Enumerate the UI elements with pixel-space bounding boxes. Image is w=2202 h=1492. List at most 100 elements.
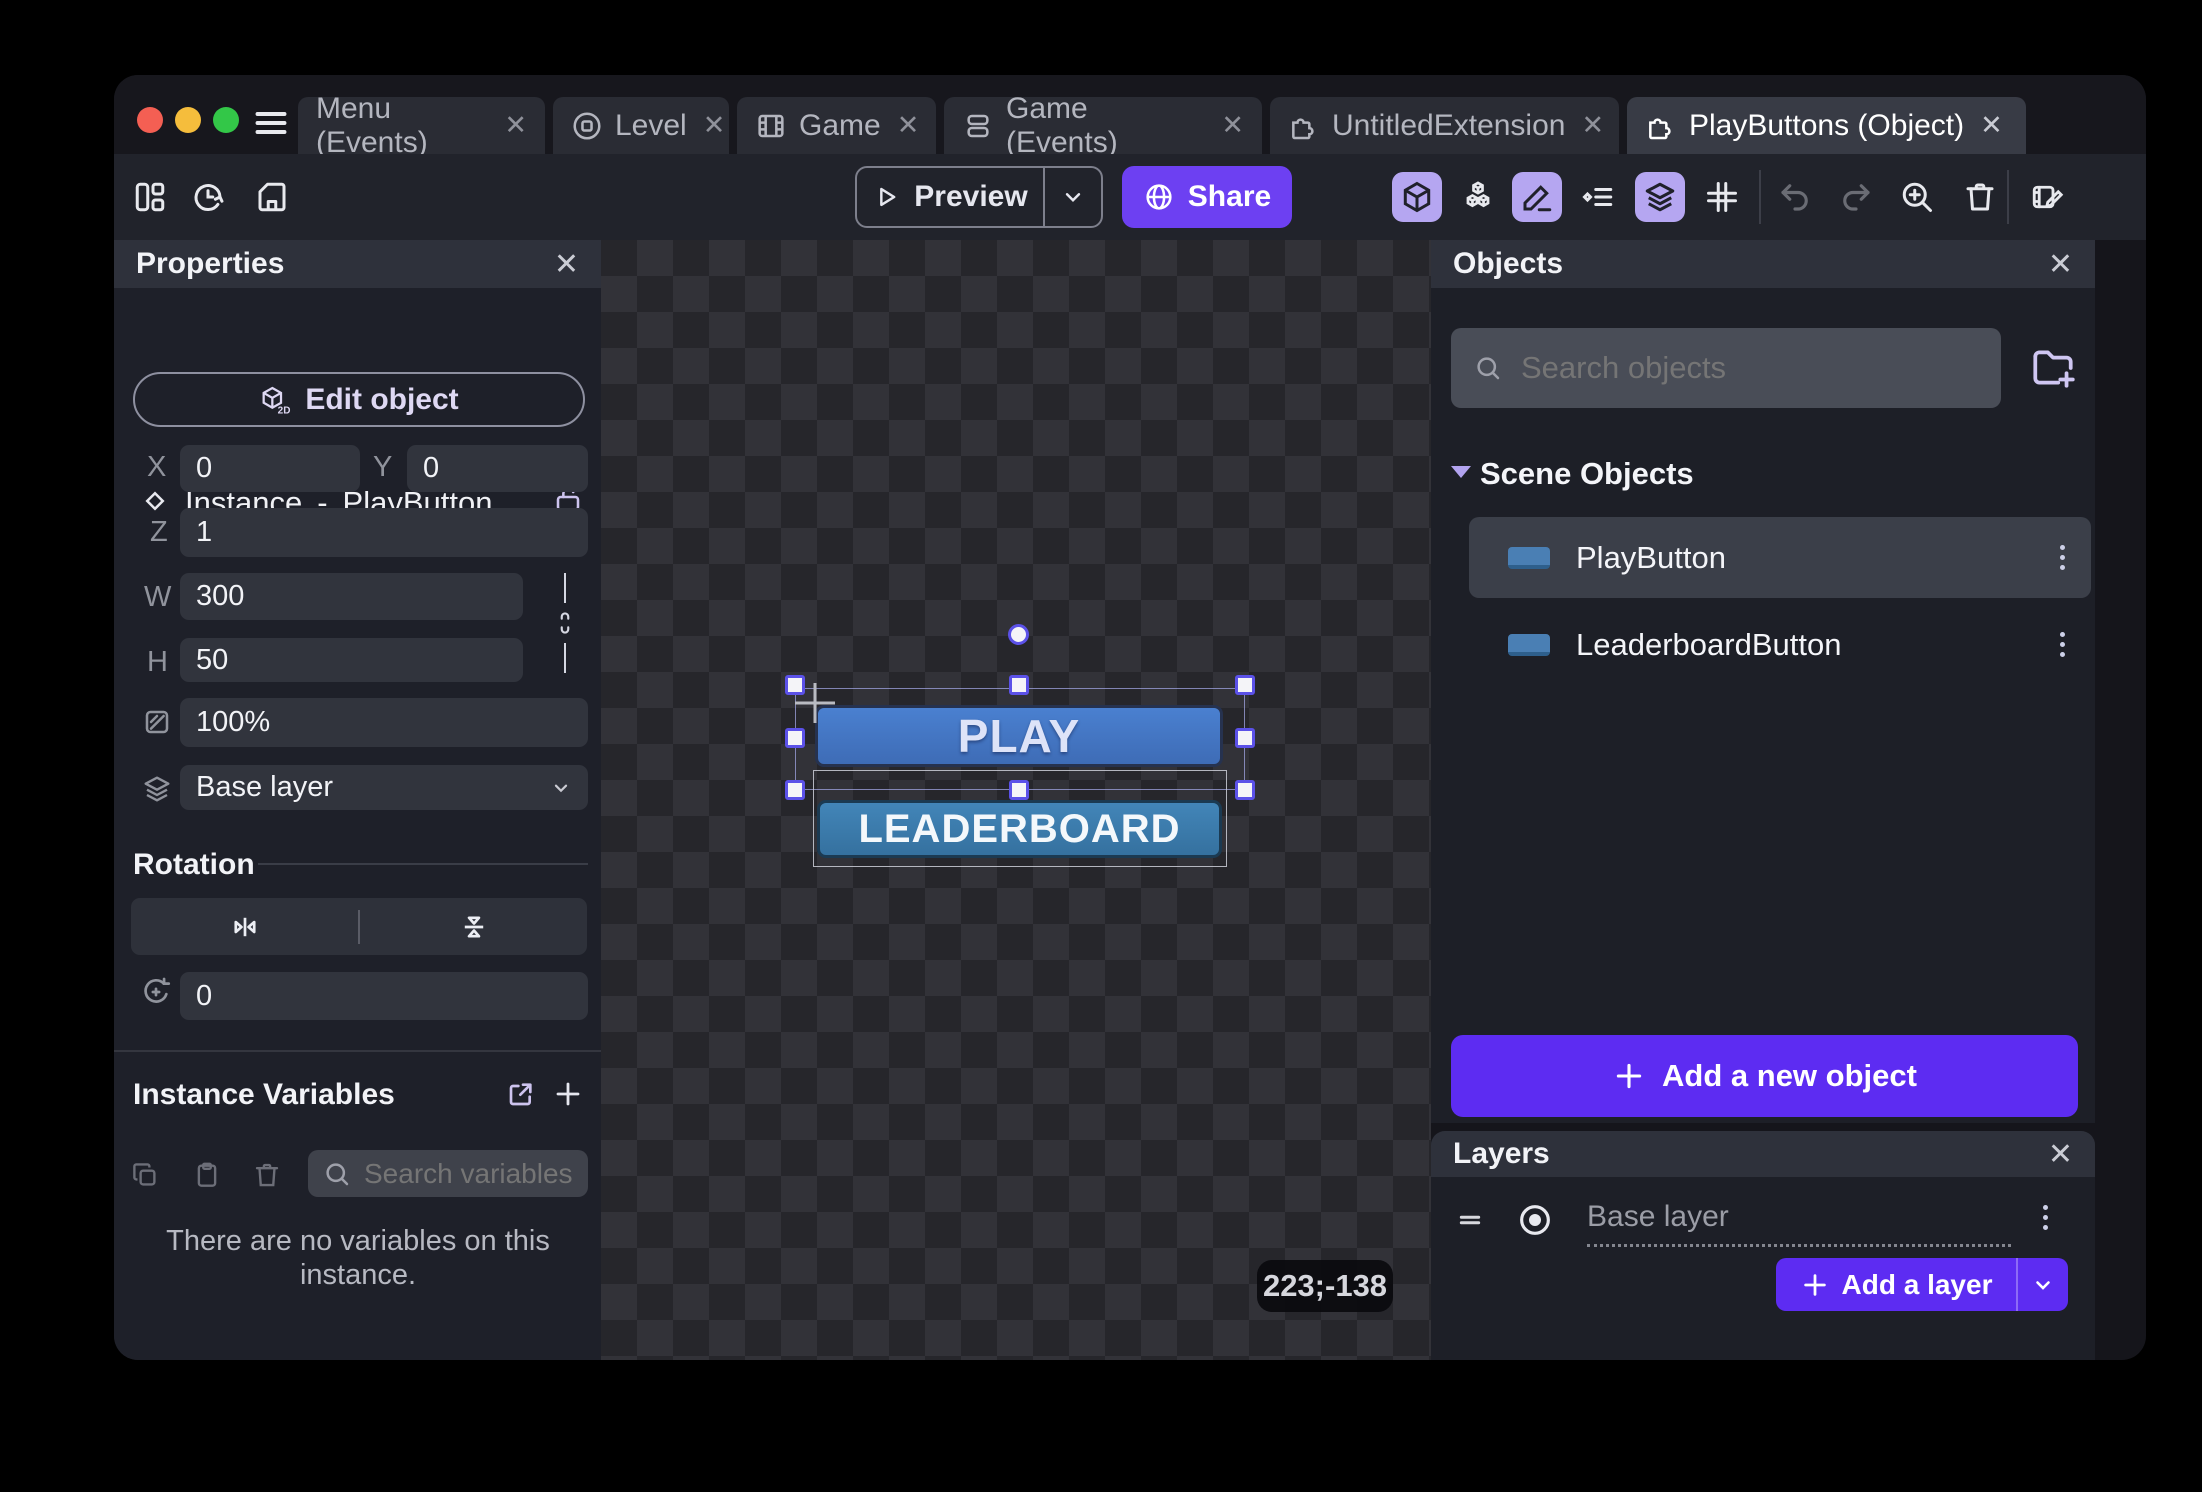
close-icon[interactable]: ✕ (1581, 110, 1604, 141)
object-menu-icon[interactable] (2060, 545, 2065, 570)
object-menu-icon[interactable] (2060, 632, 2065, 657)
close-icon[interactable]: ✕ (2048, 247, 2073, 282)
edit-object-button[interactable]: 2D Edit object (133, 372, 585, 427)
rotation-input[interactable]: 0 (180, 972, 588, 1020)
edit-object-mode-icon[interactable] (1392, 172, 1442, 222)
x-input[interactable]: 0 (180, 445, 360, 492)
width-input[interactable]: 300 (180, 573, 523, 620)
layer-menu-icon[interactable] (2043, 1205, 2048, 1230)
main-area: Properties ✕ Instance - PlayButton 2D Ed… (114, 240, 2146, 1360)
no-variables-message: There are no variables on this instance. (148, 1225, 568, 1292)
object-row-playbutton[interactable]: PlayButton (1469, 517, 2091, 598)
scene-objects-section-title: Scene Objects (1480, 456, 1694, 492)
trash-icon[interactable] (1962, 179, 1998, 215)
delete-variable-icon[interactable] (252, 1160, 282, 1190)
objects-search-input[interactable] (1519, 349, 1979, 387)
objects-panel-header: Objects ✕ (1431, 240, 2095, 288)
zoom-in-icon[interactable] (1899, 179, 1935, 215)
resize-handle-mid-right[interactable] (1235, 728, 1255, 748)
share-button[interactable]: Share (1122, 166, 1292, 228)
layer-name-input[interactable]: Base layer (1587, 1200, 2011, 1247)
rotate-handle[interactable] (1008, 624, 1029, 645)
layer-visibility-radio-icon[interactable] (1515, 1200, 1555, 1240)
lock-aspect-ratio-toggle[interactable] (552, 573, 578, 683)
panel-title: Objects (1453, 247, 1563, 281)
tab-label: Game (Events) (1006, 92, 1205, 160)
layers-panel-icon[interactable] (1635, 172, 1685, 222)
layers-panel-header: Layers ✕ (1431, 1131, 2095, 1177)
flip-horizontal-button[interactable] (131, 910, 358, 944)
resize-handle-mid-left[interactable] (785, 728, 805, 748)
tab-bar: Menu (Events) ✕ Level ✕ Game ✕ (114, 75, 2146, 154)
resize-handle-top-right[interactable] (1235, 675, 1255, 695)
opacity-icon (141, 706, 173, 738)
drag-handle-icon[interactable] (1453, 1207, 1487, 1233)
close-icon[interactable]: ✕ (504, 110, 527, 141)
project-manager-icon[interactable] (132, 179, 168, 215)
resize-handle-top-center[interactable] (1009, 675, 1029, 695)
tab-playbuttons-object[interactable]: PlayButtons (Object) ✕ (1627, 97, 2026, 154)
resize-handle-bottom-left[interactable] (785, 780, 805, 800)
close-icon[interactable]: ✕ (703, 110, 726, 141)
save-icon[interactable] (254, 179, 290, 215)
leaderboard-button-instance[interactable]: LEADERBOARD (817, 800, 1222, 858)
opacity-input[interactable]: 100% (180, 698, 588, 747)
window-close-button[interactable] (137, 107, 163, 133)
properties-panel-icon[interactable] (1512, 172, 1562, 222)
version-history-icon[interactable] (190, 179, 226, 215)
scene-canvas[interactable]: PLAY LEADERBOARD 223;-138 (601, 240, 1431, 1360)
flip-vertical-button[interactable] (360, 910, 587, 944)
resize-handle-bottom-right[interactable] (1235, 780, 1255, 800)
tab-label: PlayButtons (Object) (1689, 109, 1964, 143)
redo-icon[interactable] (1838, 179, 1874, 215)
objects-search[interactable] (1451, 328, 2001, 408)
add-layer-options-dropdown[interactable] (2016, 1258, 2068, 1311)
y-input[interactable]: 0 (407, 445, 588, 492)
instances-list-icon[interactable] (1573, 172, 1623, 222)
object-row-leaderboardbutton[interactable]: LeaderboardButton (1469, 604, 2091, 685)
tab-label: Level (615, 109, 687, 143)
preview-options-dropdown[interactable] (1043, 168, 1101, 226)
z-label: Z (150, 516, 168, 549)
close-icon[interactable]: ✕ (897, 110, 920, 141)
tab-menu-events[interactable]: Menu (Events) ✕ (298, 97, 545, 154)
copy-icon[interactable] (130, 1160, 160, 1190)
play-button-instance[interactable]: PLAY (815, 705, 1223, 767)
window-minimize-button[interactable] (175, 107, 201, 133)
window-zoom-button[interactable] (213, 107, 239, 133)
layer-row-base-layer[interactable]: Base layer (1431, 1191, 2095, 1251)
open-variables-editor-icon[interactable] (505, 1078, 537, 1110)
z-input[interactable]: 1 (180, 508, 588, 557)
undo-icon[interactable] (1777, 179, 1813, 215)
tab-game-events[interactable]: Game (Events) ✕ (944, 97, 1262, 154)
grid-icon[interactable] (1697, 172, 1747, 222)
close-icon[interactable]: ✕ (2048, 1137, 2073, 1172)
add-folder-icon[interactable] (2028, 343, 2078, 393)
w-label: W (144, 581, 171, 614)
object-name: LeaderboardButton (1576, 627, 2034, 663)
variables-search-input[interactable] (362, 1157, 574, 1191)
height-input[interactable]: 50 (180, 638, 523, 682)
add-new-object-button[interactable]: Add a new object (1451, 1035, 2078, 1117)
add-variable-icon[interactable] (552, 1078, 584, 1110)
tab-untitled-extension[interactable]: UntitledExtension ✕ (1270, 97, 1619, 154)
tab-game[interactable]: Game ✕ (737, 97, 936, 154)
objects-panel: Objects ✕ Scene Objects PlayButton Leade… (1431, 240, 2095, 1123)
hamburger-menu-icon[interactable] (253, 105, 289, 135)
close-icon[interactable]: ✕ (554, 247, 579, 282)
resize-handle-bottom-center[interactable] (1009, 780, 1029, 800)
layer-select[interactable]: Base layer (180, 765, 588, 810)
panel-title: Properties (136, 247, 284, 281)
paste-icon[interactable] (192, 1160, 222, 1190)
add-layer-button[interactable]: Add a layer (1776, 1258, 2016, 1311)
collapse-arrow-icon[interactable] (1451, 466, 1471, 478)
instances-icon[interactable] (1453, 172, 1503, 222)
close-icon[interactable]: ✕ (1221, 110, 1244, 141)
edit-scene-icon[interactable] (2029, 179, 2065, 215)
close-icon[interactable]: ✕ (1980, 110, 2003, 141)
tab-level[interactable]: Level ✕ (553, 97, 729, 154)
preview-button[interactable]: Preview (855, 166, 1103, 228)
panel-divider (114, 1050, 601, 1052)
svg-text:2D: 2D (278, 405, 291, 416)
variables-search[interactable] (308, 1150, 588, 1197)
